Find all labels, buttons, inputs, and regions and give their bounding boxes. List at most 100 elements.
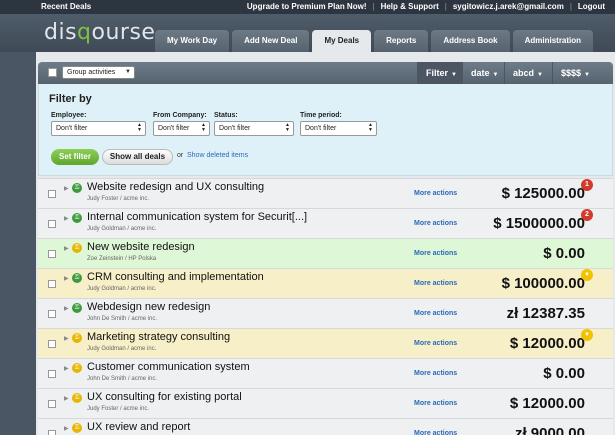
- deal-checkbox[interactable]: [48, 220, 56, 228]
- deal-contact: Judy Goldman / acme inc.: [87, 226, 157, 232]
- deals-list: ▶ ⚿ Website redesign and UX consulting Judy…: [38, 178, 613, 435]
- deal-row[interactable]: ▶ ⚿ Webdesign new redesign John De Smith / …: [38, 298, 613, 328]
- expand-arrow-icon[interactable]: ▶: [64, 395, 69, 402]
- deal-title[interactable]: UX consulting for existing portal: [87, 391, 242, 403]
- deal-title[interactable]: Website redesign and UX consulting: [87, 181, 264, 193]
- tab-address-book[interactable]: Address Book: [431, 30, 510, 52]
- expand-arrow-icon[interactable]: ▶: [64, 275, 69, 282]
- deal-checkbox[interactable]: [48, 250, 56, 258]
- or-text: or: [177, 152, 184, 159]
- company-select[interactable]: Don't filter ▲ ▼: [153, 121, 210, 136]
- logout-link[interactable]: Logout: [578, 2, 605, 11]
- amount-sort-button[interactable]: $$$$ ▼: [552, 62, 613, 84]
- deal-title[interactable]: Customer communication system: [87, 361, 250, 373]
- deal-checkbox[interactable]: [48, 400, 56, 408]
- deal-title[interactable]: Internal communication system for Securi…: [87, 211, 307, 223]
- expand-arrow-icon[interactable]: ▶: [64, 365, 69, 372]
- deal-row[interactable]: ▶ ⚿ UX review and report More actions zł 900…: [38, 418, 613, 435]
- select-all-checkbox[interactable]: [48, 68, 57, 77]
- logo[interactable]: disqourse: [44, 20, 155, 45]
- lock-icon: ⚿: [72, 273, 82, 283]
- more-actions-link[interactable]: More actions: [414, 430, 457, 435]
- more-actions-link[interactable]: More actions: [414, 250, 457, 257]
- deal-checkbox[interactable]: [48, 190, 56, 198]
- deal-row[interactable]: ▶ ⚿ Marketing strategy consulting Judy Gold…: [38, 328, 613, 358]
- expand-arrow-icon[interactable]: ▶: [64, 215, 69, 222]
- deal-row[interactable]: ▶ ⚿ CRM consulting and implementation Judy …: [38, 268, 613, 298]
- more-actions-link[interactable]: More actions: [414, 220, 457, 227]
- separator: |: [372, 2, 375, 11]
- deal-amount: $ 100000.00: [501, 275, 585, 292]
- more-actions-link[interactable]: More actions: [414, 310, 457, 317]
- deal-amount: $ 125000.00: [501, 185, 585, 202]
- lock-icon: ⚿: [72, 393, 82, 403]
- deal-checkbox[interactable]: [48, 370, 56, 378]
- deal-title[interactable]: New website redesign: [87, 241, 195, 253]
- deal-checkbox[interactable]: [48, 430, 56, 435]
- top-links: Upgrade to Premium Plan Now! | Help & Su…: [247, 2, 605, 11]
- deals-panel: Group activities ▼ Filter ▼ date ▼ abcd ▼ $$…: [36, 52, 615, 435]
- tab-add-new-deal[interactable]: Add New Deal: [232, 30, 310, 52]
- list-toolbar: Group activities ▼ Filter ▼ date ▼ abcd ▼ $$…: [38, 62, 613, 84]
- deal-row[interactable]: ▶ ⚿ New website redesign Zoe Zeinstein / HP…: [38, 238, 613, 268]
- deal-checkbox[interactable]: [48, 280, 56, 288]
- deal-title[interactable]: Webdesign new redesign: [87, 301, 210, 313]
- upgrade-link[interactable]: Upgrade to Premium Plan Now!: [247, 2, 367, 11]
- expand-arrow-icon[interactable]: ▶: [64, 245, 69, 252]
- time-period-select[interactable]: Don't filter ▲ ▼: [300, 121, 377, 136]
- filter-sort-button[interactable]: Filter ▼: [417, 62, 462, 84]
- status-select[interactable]: Don't filter ▲ ▼: [214, 121, 294, 136]
- deal-title[interactable]: Marketing strategy consulting: [87, 331, 230, 343]
- lock-icon: ⚿: [72, 363, 82, 373]
- employee-select[interactable]: Don't filter ▲ ▼: [51, 121, 146, 136]
- lock-icon: ⚿: [72, 423, 82, 433]
- deal-contact: John De Smith / acme inc.: [87, 376, 158, 382]
- deal-amount: $ 1500000.00: [493, 215, 585, 232]
- lock-icon: ⚿: [72, 183, 82, 193]
- help-link[interactable]: Help & Support: [381, 2, 439, 11]
- deal-amount: zł 12387.35: [506, 305, 585, 322]
- time-period-filter: Time period: Don't filter ▲ ▼: [300, 112, 377, 136]
- date-sort-button[interactable]: date ▼: [462, 62, 504, 84]
- company-filter: From Company: Don't filter ▲ ▼: [153, 112, 210, 136]
- tab-administration[interactable]: Administration: [512, 30, 594, 52]
- user-email-link[interactable]: sygitowicz.j.arek@gmail.com: [453, 2, 564, 11]
- tab-reports[interactable]: Reports: [374, 30, 429, 52]
- more-actions-link[interactable]: More actions: [414, 190, 457, 197]
- deal-checkbox[interactable]: [48, 340, 56, 348]
- expand-arrow-icon[interactable]: ▶: [64, 335, 69, 342]
- abcd-sort-button[interactable]: abcd ▼: [504, 62, 552, 84]
- more-actions-link[interactable]: More actions: [414, 370, 457, 377]
- employee-label: Employee:: [51, 112, 87, 119]
- lock-icon: ⚿: [72, 243, 82, 253]
- priority-badge: 1: [581, 179, 593, 191]
- group-activities-select[interactable]: Group activities ▼: [62, 66, 135, 79]
- tab-my-work-day[interactable]: My Work Day: [155, 30, 230, 52]
- show-all-deals-button[interactable]: Show all deals: [102, 149, 173, 165]
- deal-contact: Judy Goldman / acme inc.: [87, 286, 157, 292]
- tab-my-deals[interactable]: My Deals: [312, 30, 372, 52]
- expand-arrow-icon[interactable]: ▶: [64, 305, 69, 312]
- more-actions-link[interactable]: More actions: [414, 400, 457, 407]
- expand-arrow-icon[interactable]: ▶: [64, 185, 69, 192]
- recent-deals-link[interactable]: Recent Deals: [41, 2, 91, 11]
- show-deleted-link[interactable]: Show deleted items: [187, 152, 248, 159]
- priority-badge: 2: [581, 209, 593, 221]
- deal-checkbox[interactable]: [48, 310, 56, 318]
- deal-title[interactable]: UX review and report: [87, 421, 190, 433]
- deal-amount: $ 0.00: [543, 245, 585, 262]
- caret-down-icon: ▼: [492, 72, 499, 78]
- more-actions-link[interactable]: More actions: [414, 280, 457, 287]
- deal-row[interactable]: ▶ ⚿ Website redesign and UX consulting Judy…: [38, 178, 613, 208]
- top-bar: Recent Deals Upgrade to Premium Plan Now…: [0, 0, 615, 14]
- set-filter-button[interactable]: Set filter: [51, 149, 99, 165]
- updown-icon: ▲ ▼: [368, 122, 373, 133]
- more-actions-link[interactable]: More actions: [414, 340, 457, 347]
- deal-title[interactable]: CRM consulting and implementation: [87, 271, 264, 283]
- expand-arrow-icon[interactable]: ▶: [64, 425, 69, 432]
- deal-row[interactable]: ▶ ⚿ Customer communication system John De S…: [38, 358, 613, 388]
- deal-row[interactable]: ▶ ⚿ UX consulting for existing portal Judy …: [38, 388, 613, 418]
- deal-row[interactable]: ▶ ⚿ Internal communication system for Secu…: [38, 208, 613, 238]
- deal-contact: John De Smith / acme inc.: [87, 316, 158, 322]
- lock-icon: ⚿: [72, 213, 82, 223]
